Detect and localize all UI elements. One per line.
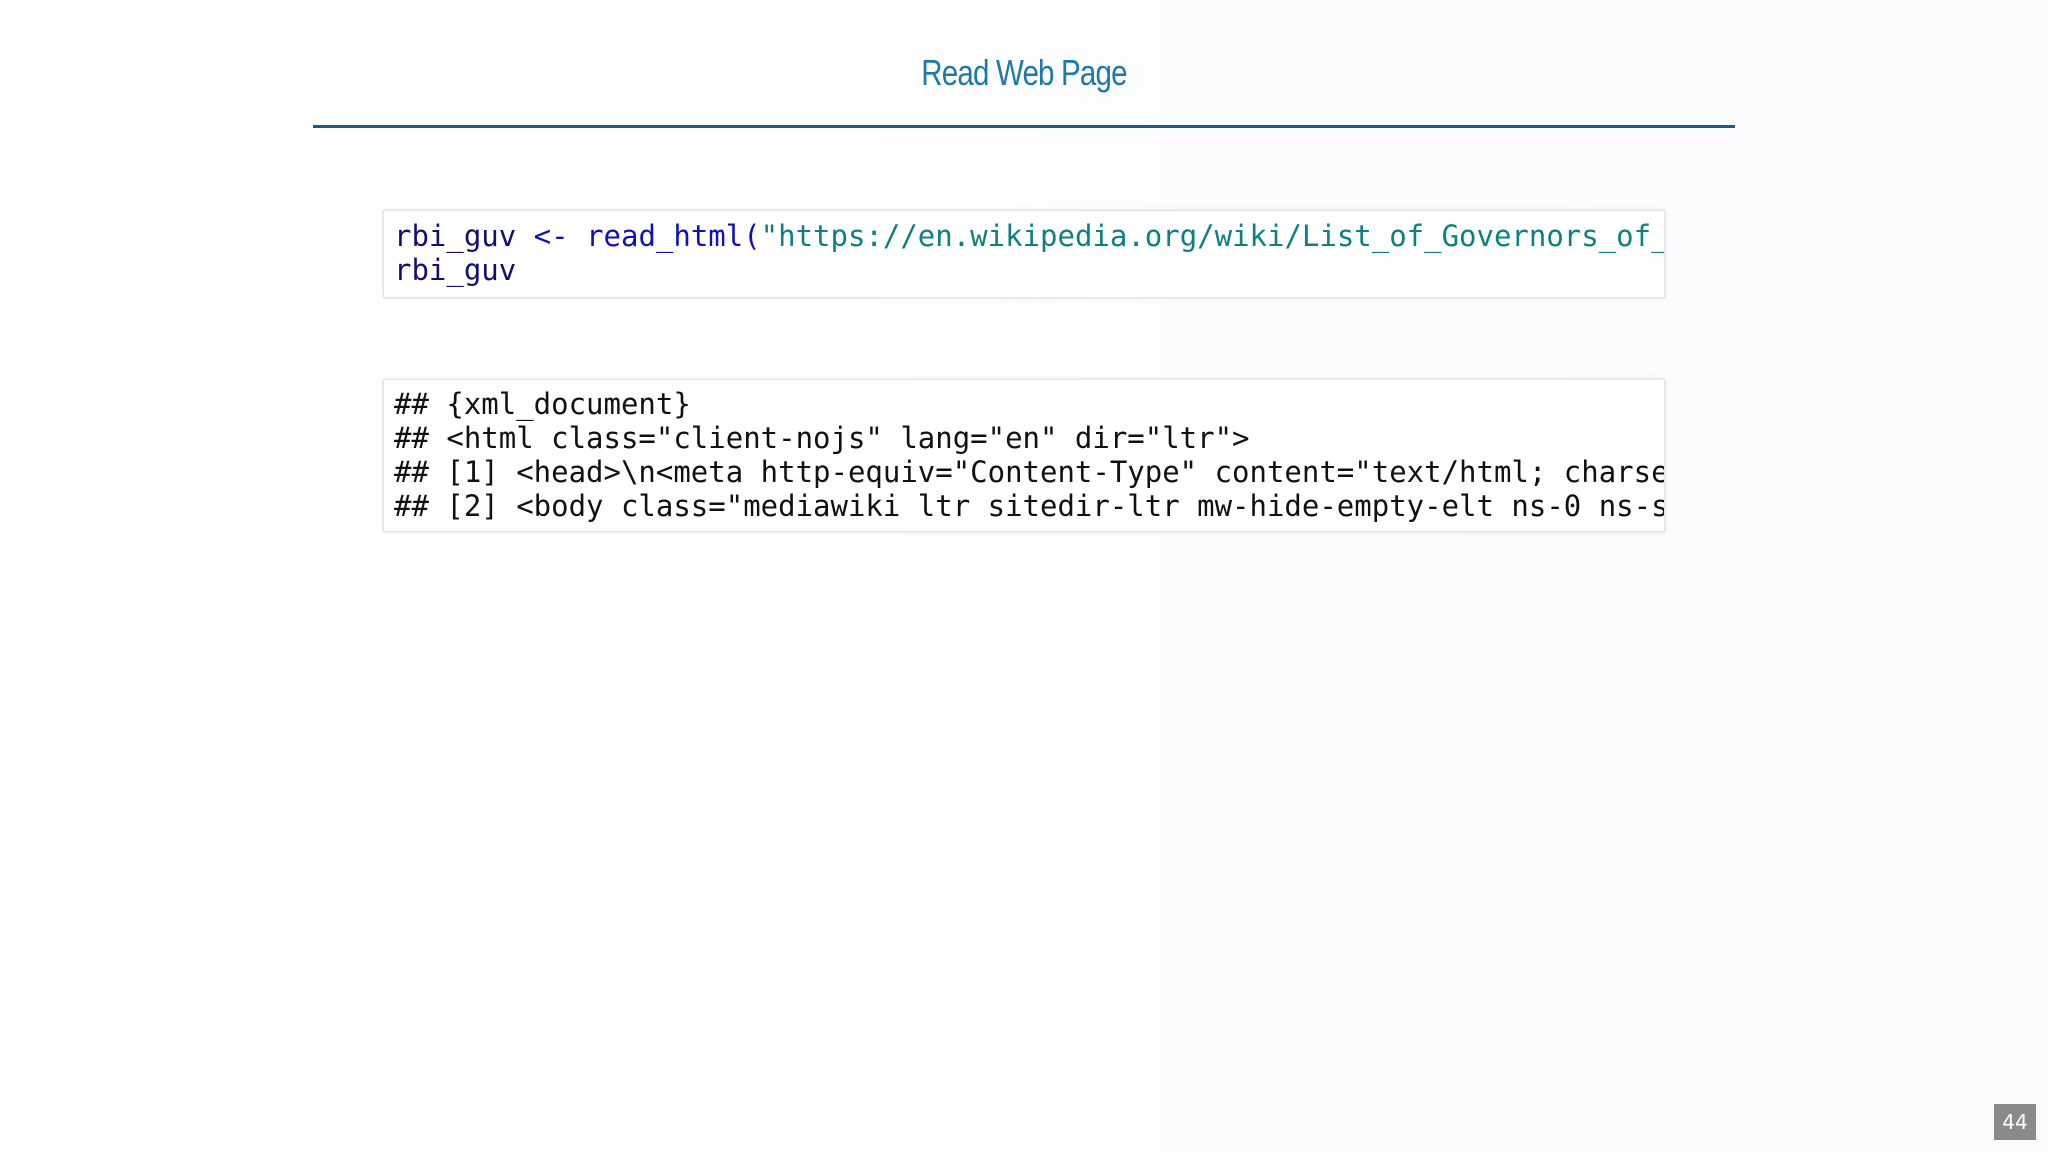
code-string: "https://en.wikipedia.org/wiki/List_of_G… [760, 219, 1664, 253]
slide-title: Read Web Page [921, 52, 1127, 93]
code-variable: rbi_guv [394, 219, 517, 253]
code-variable-line2: rbi_guv [394, 253, 517, 287]
output-line: ## [2] <body class="mediawiki ltr sitedi… [394, 489, 1664, 523]
source-code-block: rbi_guv <- read_html("https://en.wikiped… [383, 210, 1665, 298]
output-text: ## {xml_document} ## <html class="client-… [384, 387, 1664, 523]
source-code: rbi_guv <- read_html("https://en.wikiped… [384, 219, 1664, 287]
output-line: ## <html class="client-nojs" lang="en" d… [394, 421, 1250, 455]
slide: Read Web Page rbi_guv <- read_html("http… [0, 0, 2048, 1152]
output-code-block: ## {xml_document} ## <html class="client-… [383, 379, 1665, 532]
code-function: read_html [586, 219, 744, 253]
output-line: ## [1] <head>\n<meta http-equiv="Content… [394, 455, 1664, 489]
code-assign-operator: <- [516, 219, 587, 253]
code-paren: ( [743, 219, 761, 253]
page-number-badge: 44 [1994, 1104, 2036, 1140]
output-line: ## {xml_document} [394, 387, 691, 421]
title-divider [313, 125, 1735, 128]
